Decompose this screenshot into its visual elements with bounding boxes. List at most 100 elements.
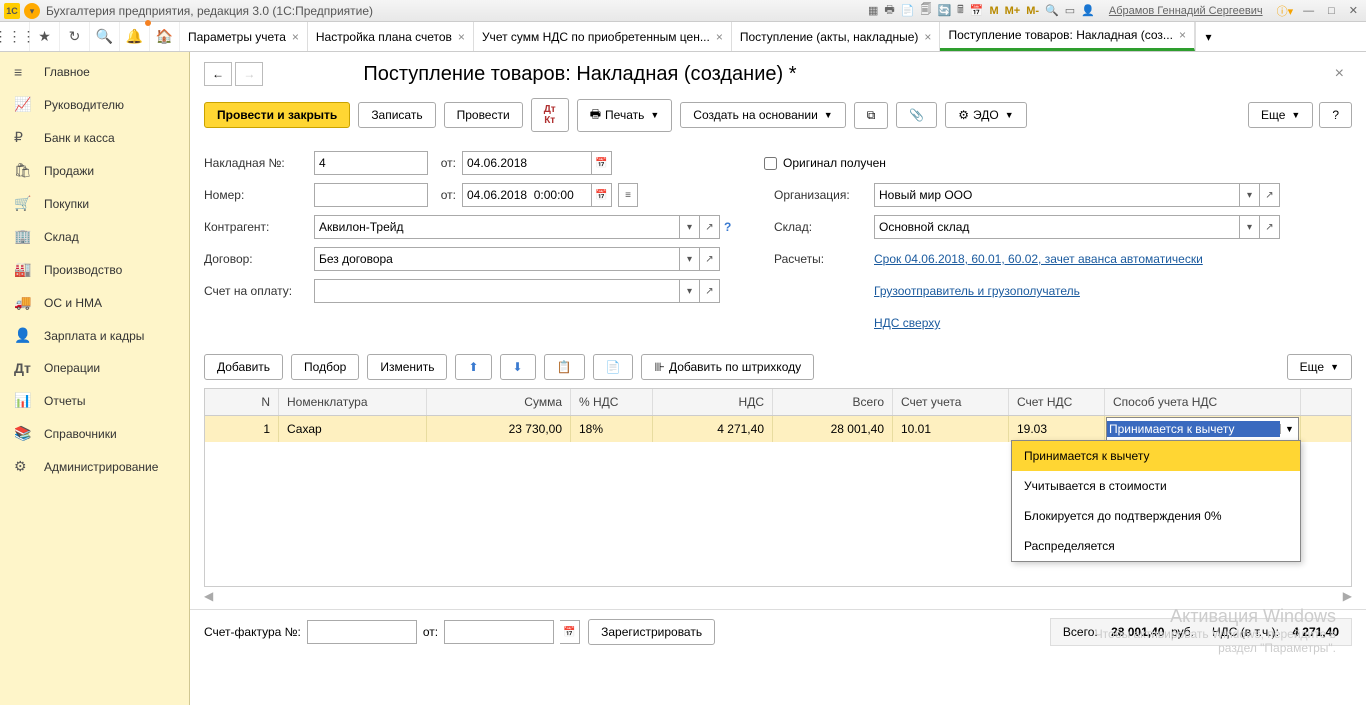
close-icon[interactable]: ×	[716, 30, 723, 44]
warehouse-input[interactable]	[874, 215, 1240, 239]
help-button[interactable]: ?	[1319, 102, 1352, 128]
header-acc[interactable]: Счет учета	[893, 389, 1009, 415]
more-button[interactable]: Еще▼	[1248, 102, 1313, 128]
close-icon[interactable]: ×	[1179, 28, 1186, 42]
print-button[interactable]: 🖶 Печать▼	[577, 99, 673, 132]
post-close-button[interactable]: Провести и закрыть	[204, 102, 350, 128]
header-nom[interactable]: Номенклатура	[279, 389, 427, 415]
sidebar-item-directories[interactable]: 📚Справочники	[0, 417, 189, 450]
tabs-dropdown[interactable]: ▾	[1195, 22, 1221, 51]
chevron-down-icon[interactable]: ▾	[1240, 183, 1260, 207]
sidebar-item-operations[interactable]: ДтОперации	[0, 352, 189, 384]
history-icon[interactable]: ↻	[60, 22, 90, 51]
cell-sum[interactable]: 23 730,00	[427, 416, 571, 442]
cell-method[interactable]: Принимается к вычету ▼ Принимается к выч…	[1105, 416, 1301, 442]
tab-plan[interactable]: Настройка плана счетов×	[308, 22, 474, 51]
zoom-in-icon[interactable]: 🔍	[1045, 4, 1059, 17]
header-total[interactable]: Всего	[773, 389, 893, 415]
calendar-icon[interactable]: 📅	[592, 183, 612, 207]
attach-button[interactable]: 📎	[896, 102, 937, 128]
refresh-icon[interactable]: 🔄	[937, 4, 951, 17]
change-button[interactable]: Изменить	[367, 354, 447, 380]
open-icon[interactable]: ↗	[1260, 183, 1280, 207]
print-icon[interactable]: 🖶	[884, 1, 894, 20]
sidebar-item-warehouse[interactable]: 🏢Склад	[0, 220, 189, 253]
chevron-down-icon[interactable]: ▾	[680, 247, 700, 271]
info-icon[interactable]: ⓘ▾	[1277, 3, 1294, 19]
invoice-date-input[interactable]	[462, 151, 592, 175]
post-button[interactable]: Провести	[444, 102, 523, 128]
method-select[interactable]: Принимается к вычету ▼	[1106, 417, 1299, 441]
close-icon[interactable]: ×	[458, 30, 465, 44]
calc-icon[interactable]: 🖩	[957, 1, 964, 20]
contractor-input[interactable]	[314, 215, 680, 239]
chevron-down-icon[interactable]: ▾	[1240, 215, 1260, 239]
footer-invoice-input[interactable]	[307, 620, 417, 644]
open-icon[interactable]: ↗	[700, 279, 720, 303]
dropdown-option[interactable]: Принимается к вычету	[1012, 441, 1300, 471]
chevron-down-icon[interactable]: ▼	[1280, 424, 1298, 434]
header-method[interactable]: Способ учета НДС	[1105, 389, 1301, 415]
sidebar-item-admin[interactable]: ⚙Администрирование	[0, 450, 189, 483]
tab-nds[interactable]: Учет сумм НДС по приобретенным цен...×	[474, 22, 732, 51]
bell-icon[interactable]: 🔔	[120, 22, 150, 51]
close-button[interactable]: ✕	[1345, 4, 1362, 17]
header-nds[interactable]: НДС	[653, 389, 773, 415]
dropdown-option[interactable]: Распределяется	[1012, 531, 1300, 561]
help-icon[interactable]: ?	[724, 220, 731, 234]
paste-button[interactable]: 📄	[593, 354, 634, 380]
cell-accnds[interactable]: 19.03	[1009, 416, 1105, 442]
edo-button[interactable]: ⚙ ЭДО▼	[945, 102, 1026, 128]
doc-icon[interactable]: 📄	[901, 4, 915, 17]
m-minus-button[interactable]: M-	[1026, 5, 1039, 17]
vat-top-link[interactable]: НДС сверху	[874, 316, 940, 330]
select-button[interactable]: Подбор	[291, 354, 359, 380]
calendar-icon[interactable]: 📅	[592, 151, 612, 175]
apps-icon[interactable]: ⋮⋮⋮	[0, 22, 30, 51]
header-sum[interactable]: Сумма	[427, 389, 571, 415]
header-n[interactable]: N	[205, 389, 279, 415]
sidebar-item-assets[interactable]: 🚚ОС и НМА	[0, 286, 189, 319]
close-icon[interactable]: ×	[924, 30, 931, 44]
scroll-right-icon[interactable]: ▶	[1343, 589, 1352, 603]
list-icon[interactable]: ≡	[618, 183, 638, 207]
record-button[interactable]: Записать	[358, 102, 435, 128]
dropdown-option[interactable]: Учитывается в стоимости	[1012, 471, 1300, 501]
cell-acc[interactable]: 10.01	[893, 416, 1009, 442]
sidebar-item-manager[interactable]: 📈Руководителю	[0, 88, 189, 121]
calendar-icon[interactable]: 📅	[970, 4, 984, 17]
pay-account-input[interactable]	[314, 279, 680, 303]
tab-current[interactable]: Поступление товаров: Накладная (соз...×	[940, 22, 1195, 51]
sidebar-item-main[interactable]: ≡Главное	[0, 56, 189, 88]
cell-nom[interactable]: Сахар	[279, 416, 427, 442]
m-button[interactable]: M	[989, 5, 998, 17]
header-ndsp[interactable]: % НДС	[571, 389, 653, 415]
table-more-button[interactable]: Еще▼	[1287, 354, 1352, 380]
scroll-left-icon[interactable]: ◀	[204, 589, 213, 603]
contract-input[interactable]	[314, 247, 680, 271]
app-menu-dropdown[interactable]: ▾	[24, 3, 40, 19]
favorite-icon[interactable]: ★	[30, 22, 60, 51]
zoom-reset-icon[interactable]: ▭	[1065, 4, 1075, 17]
relations-button[interactable]: ⧉	[854, 102, 889, 129]
open-icon[interactable]: ↗	[700, 215, 720, 239]
m-plus-button[interactable]: M+	[1005, 5, 1021, 17]
number-input[interactable]	[314, 183, 428, 207]
calendar-icon[interactable]: 📅	[560, 620, 580, 644]
cell-n[interactable]: 1	[205, 416, 279, 442]
minimize-button[interactable]: —	[1299, 5, 1318, 17]
close-page-button[interactable]: ×	[1327, 65, 1352, 83]
forward-button[interactable]: →	[235, 62, 263, 86]
sidebar-item-bank[interactable]: ₽Банк и касса	[0, 121, 189, 154]
shipper-link[interactable]: Грузоотправитель и грузополучатель	[874, 284, 1080, 298]
chevron-down-icon[interactable]: ▾	[680, 215, 700, 239]
search-icon[interactable]: 🔍	[90, 22, 120, 51]
move-up-button[interactable]: ⬆	[455, 354, 491, 380]
home-icon[interactable]: 🏠	[150, 22, 180, 51]
cell-total[interactable]: 28 001,40	[773, 416, 893, 442]
number-date-input[interactable]	[462, 183, 592, 207]
dtkt-button[interactable]: ДтКт	[531, 98, 569, 132]
grid-icon[interactable]: ▦	[868, 4, 878, 17]
user-name[interactable]: Абрамов Геннадий Сергеевич	[1109, 5, 1263, 17]
sidebar-item-salary[interactable]: 👤Зарплата и кадры	[0, 319, 189, 352]
